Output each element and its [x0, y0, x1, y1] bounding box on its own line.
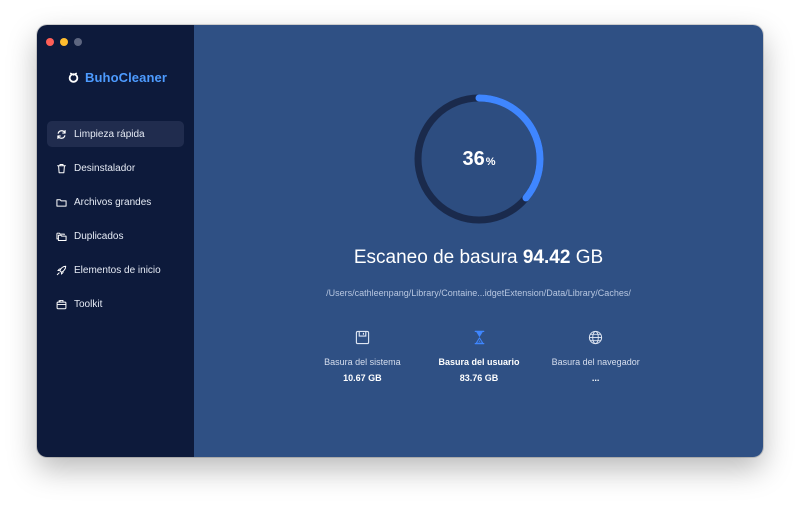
scan-headline: Escaneo de basura 94.42 GB: [194, 247, 763, 269]
sidebar-item-label: Elementos de inicio: [74, 264, 161, 276]
scan-current-path: /Users/cathleenpang/Library/Containe...i…: [326, 288, 631, 298]
category-browser-junk[interactable]: Basura del navegador ...: [537, 330, 654, 383]
close-window-button[interactable]: [46, 38, 54, 46]
sidebar-item-label: Toolkit: [74, 298, 103, 310]
junk-categories: Basura del sistema 10.67 GB Basura del u…: [304, 330, 654, 383]
sidebar-item-toolkit[interactable]: Toolkit: [47, 291, 184, 317]
duplicate-folder-icon: [56, 232, 67, 241]
category-label: Basura del usuario: [438, 357, 520, 367]
folder-icon: [56, 198, 67, 207]
app-name: BuhoCleaner: [85, 70, 168, 85]
sidebar-item-archivos-grandes[interactable]: Archivos grandes: [47, 189, 184, 215]
progress-ring: 36%: [413, 93, 545, 225]
refresh-icon: [57, 129, 66, 139]
scan-title: Escaneo de basura: [353, 247, 518, 268]
category-system-junk[interactable]: Basura del sistema 10.67 GB: [304, 330, 421, 383]
sidebar-item-elementos-de-inicio[interactable]: Elementos de inicio: [47, 257, 184, 283]
main-panel: 36% Escaneo de basura 94.42 GB /Users/ca…: [194, 25, 763, 457]
maximize-window-button[interactable]: [74, 38, 82, 46]
progress-unit: %: [485, 156, 496, 168]
progress-label: 36%: [413, 93, 545, 225]
globe-icon: [589, 330, 603, 345]
disk-icon: [355, 330, 369, 345]
sidebar: BuhoCleaner Limpieza rápida Desinstalado…: [37, 25, 194, 457]
app-window: BuhoCleaner Limpieza rápida Desinstalado…: [37, 25, 763, 457]
category-value: 83.76 GB: [459, 373, 499, 383]
category-user-junk[interactable]: Basura del usuario 83.76 GB: [421, 330, 538, 383]
scan-total-amount: 94.42: [522, 247, 571, 268]
hourglass-icon: [474, 330, 484, 345]
sidebar-item-label: Duplicados: [74, 230, 124, 242]
brand: BuhoCleaner: [68, 70, 167, 85]
sidebar-item-label: Desinstalador: [74, 162, 136, 174]
sidebar-item-limpieza-rapida[interactable]: Limpieza rápida: [47, 121, 184, 147]
sidebar-item-duplicados[interactable]: Duplicados: [47, 223, 184, 249]
sidebar-item-label: Archivos grandes: [74, 196, 152, 208]
rocket-icon: [56, 265, 67, 275]
category-label: Basura del navegador: [551, 357, 640, 367]
minimize-window-button[interactable]: [60, 38, 68, 46]
sidebar-nav: Limpieza rápida Desinstalador Archivos g…: [47, 121, 184, 325]
category-value: 10.67 GB: [343, 373, 382, 383]
category-label: Basura del sistema: [324, 357, 401, 367]
trash-icon: [57, 163, 66, 173]
sidebar-item-label: Limpieza rápida: [74, 128, 145, 140]
progress-value: 36: [462, 147, 485, 170]
category-value: ...: [591, 373, 600, 383]
window-controls: [46, 38, 82, 46]
buhocleaner-logo-icon: [68, 72, 79, 83]
scan-total-unit: GB: [575, 247, 604, 268]
toolkit-icon: [56, 299, 67, 309]
sidebar-item-desinstalador[interactable]: Desinstalador: [47, 155, 184, 181]
